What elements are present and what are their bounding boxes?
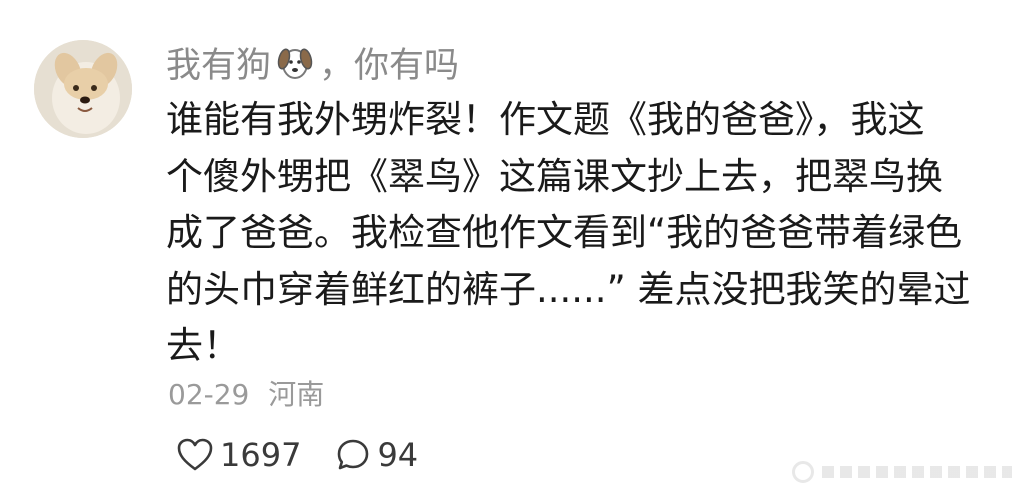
watermark-logo-icon xyxy=(792,461,814,483)
comment-text-line: 个傻外甥把《翠鸟》这篇课文抄上去，把翠鸟换 xyxy=(166,154,943,198)
comment-text-line: 谁能有我外甥炸裂！作文题《我的爸爸》，我这 xyxy=(166,98,925,141)
comment-location: 河南 xyxy=(268,378,325,411)
username-text: 我有狗 xyxy=(166,45,272,86)
heart-outline-icon xyxy=(177,438,213,471)
reply-count: 94 xyxy=(377,436,419,474)
dog-face-icon xyxy=(275,42,315,82)
username-text-suffix: ，你有吗 xyxy=(319,45,460,86)
like-count: 1697 xyxy=(220,436,302,474)
speech-bubble-icon xyxy=(338,439,369,470)
user-avatar[interactable] xyxy=(34,40,132,138)
like-button[interactable]: 1697 xyxy=(176,436,301,474)
dog-avatar-image xyxy=(34,40,132,138)
comment-username[interactable]: 我有狗 ，你有吗 xyxy=(166,36,459,88)
comment-text: 谁能有我外甥炸裂！作文题《我的爸爸》，我这 个傻外甥把《翠鸟》这篇课文抄上去，把… xyxy=(166,92,971,375)
watermark xyxy=(792,461,1012,483)
comment-text-line: 成了爸爸。我检查他作文看到“我的爸爸带着绿色 xyxy=(166,211,963,254)
comment-date: 02-29 xyxy=(168,378,250,411)
comment-actions: 1697 94 xyxy=(176,432,418,478)
comment-text-line: 去！ xyxy=(166,324,240,367)
comment-meta: 02-29 河南 xyxy=(168,373,324,413)
watermark-text-mark xyxy=(822,466,1012,478)
comment-text-line: 的头巾穿着鲜红的裤子......” 差点没把我笑的晕过 xyxy=(166,267,971,311)
reply-button[interactable]: 94 xyxy=(335,436,418,474)
